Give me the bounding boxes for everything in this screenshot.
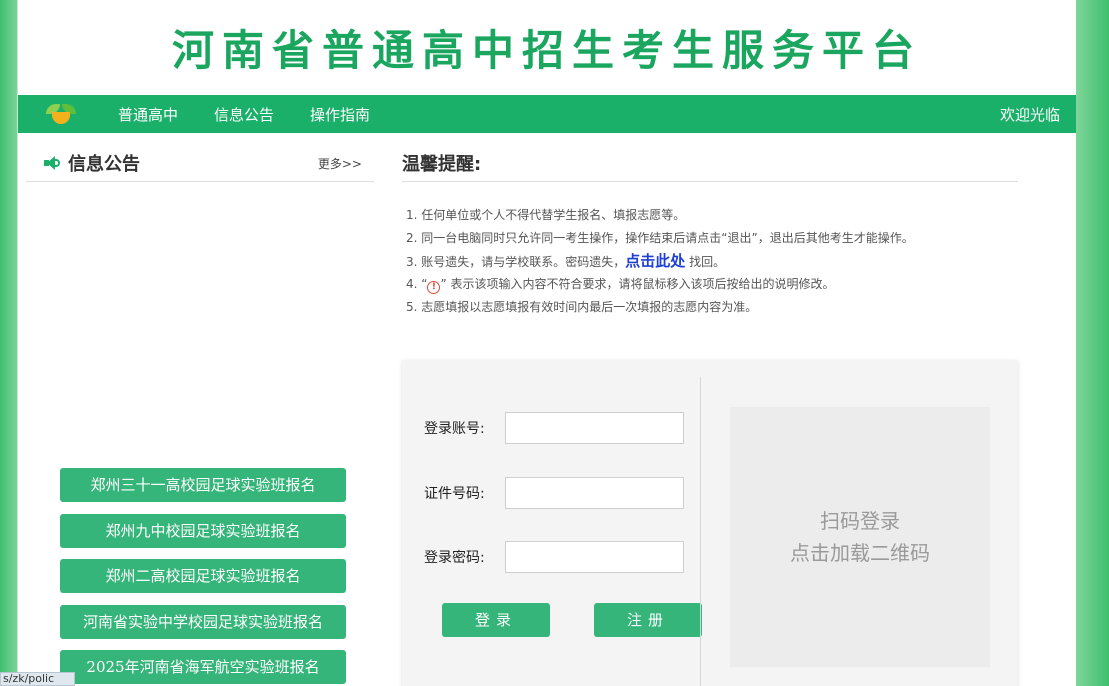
account-label: 登录账号: [424, 421, 485, 437]
more-link[interactable]: 更多>> [318, 155, 362, 172]
password-label: 登录密码: [424, 550, 485, 566]
divider [700, 377, 701, 686]
id-label: 证件号码: [424, 486, 485, 502]
news-title: 信息公告 [68, 154, 140, 175]
tip-text: 找回。 [685, 255, 726, 269]
id-row: 证件号码: [424, 477, 684, 509]
nav-item-announcements[interactable]: 信息公告 [214, 104, 274, 125]
speaker-icon [44, 156, 60, 170]
tips-list: 1. 任何单位或个人不得代替学生报名、填报志愿等。 2. 同一台电脑同时只允许同… [402, 206, 1018, 321]
status-bar-url: s/zk/polic [0, 672, 75, 686]
tip-item: 5. 志愿填报以志愿填报有效时间内最后一次填报的志愿内容为准。 [406, 300, 758, 314]
password-input[interactable] [505, 541, 684, 573]
link-zhengzhou-31-football[interactable]: 郑州三十一高校园足球实验班报名 [60, 468, 346, 502]
enrollment-links: 郑州三十一高校园足球实验班报名 郑州九中校园足球实验班报名 郑州二高校园足球实验… [60, 468, 346, 686]
tip-item: 4. “!” 表示该项输入内容不符合要求，请将鼠标移入该项后按给出的说明修改。 [406, 275, 1018, 298]
password-row: 登录密码: [424, 541, 684, 573]
welcome-text: 欢迎光临 [999, 105, 1060, 124]
news-panel: 信息公告 更多>> [26, 145, 374, 182]
news-header: 信息公告 更多>> [26, 145, 374, 182]
link-zhengzhou-2-football[interactable]: 郑州二高校园足球实验班报名 [60, 559, 346, 593]
tip-text: ” 表示该项输入内容不符合要求，请将鼠标移入该项后按给出的说明修改。 [440, 277, 835, 291]
recover-password-link[interactable]: 点击此处 [625, 252, 685, 270]
account-input[interactable] [505, 412, 684, 444]
account-row: 登录账号: [424, 412, 684, 444]
login-panel: 登录账号: 证件号码: 登录密码: 登录 注册 扫码登录 点击加载二维码 [402, 360, 1018, 686]
logo-icon [46, 102, 76, 126]
tip-item: 3. 账号遗失，请与学校联系。密码遗失，点击此处 找回。 [406, 252, 1018, 275]
tip-item: 2. 同一台电脑同时只允许同一考生操作，操作结束后请点击“退出”，退出后其他考生… [406, 231, 914, 245]
site-title: 河南省普通高中招生考生服务平台 [171, 26, 922, 75]
tips-panel: 温馨提醒: 1. 任何单位或个人不得代替学生报名、填报志愿等。 2. 同一台电脑… [402, 145, 1018, 321]
navbar: 普通高中 信息公告 操作指南 欢迎光临 [18, 95, 1076, 133]
qr-load-text: 点击加载二维码 [790, 541, 930, 565]
register-button[interactable]: 注册 [594, 603, 702, 637]
banner: 河南省普通高中招生考生服务平台 [18, 0, 1076, 95]
link-navy-aviation[interactable]: 2025年河南省海军航空实验班报名 [60, 650, 346, 684]
tips-header: 温馨提醒: [402, 145, 1018, 182]
link-henan-experimental-football[interactable]: 河南省实验中学校园足球实验班报名 [60, 604, 346, 639]
tip-text: 4. “ [406, 277, 428, 291]
warning-icon: ! [427, 281, 441, 294]
tips-title: 温馨提醒: [402, 154, 482, 175]
qr-login-box[interactable]: 扫码登录 点击加载二维码 [730, 407, 990, 667]
tip-item: 1. 任何单位或个人不得代替学生报名、填报志愿等。 [406, 208, 686, 222]
qr-login-text: 扫码登录 [820, 509, 900, 533]
tip-text: 3. 账号遗失，请与学校联系。密码遗失， [406, 255, 626, 269]
id-number-input[interactable] [505, 477, 684, 509]
link-zhengzhou-9-football[interactable]: 郑州九中校园足球实验班报名 [60, 513, 346, 548]
login-button[interactable]: 登录 [442, 603, 550, 637]
nav-item-high-school[interactable]: 普通高中 [118, 104, 178, 125]
nav-item-guide[interactable]: 操作指南 [310, 104, 370, 125]
